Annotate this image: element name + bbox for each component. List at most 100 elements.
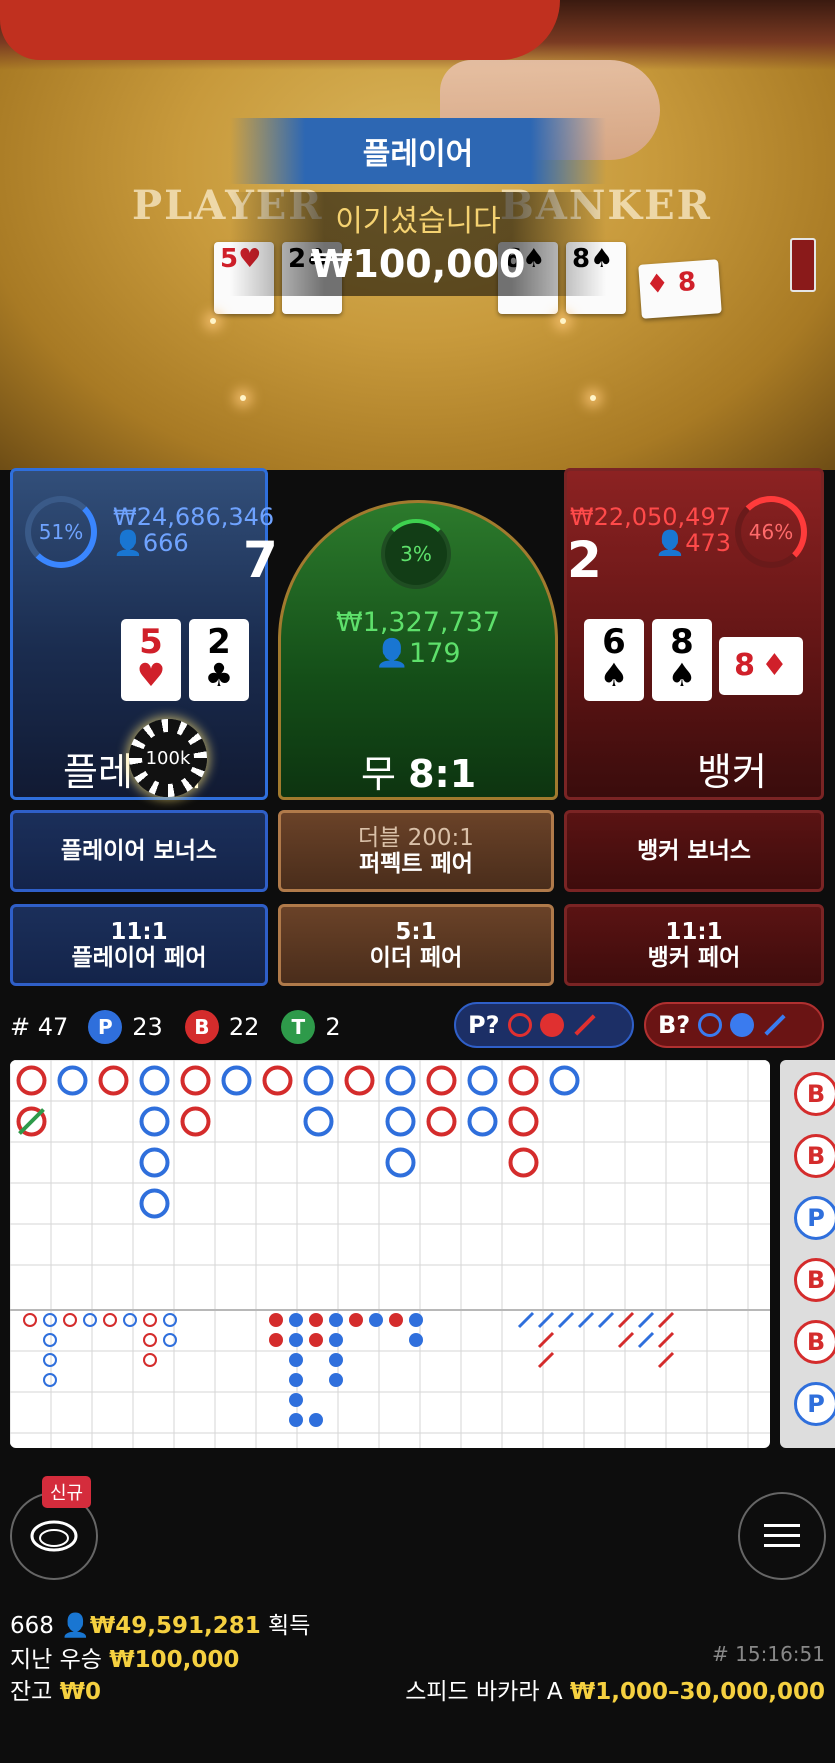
tie-payout: 8:1 (408, 752, 477, 796)
cockroach-mark (617, 1311, 635, 1329)
small-road-mark (329, 1313, 343, 1327)
bigroad-mark (139, 1147, 170, 1178)
player-users-count: 666 (142, 529, 189, 557)
player-bonus-label: 플레이어 보너스 (60, 837, 218, 864)
big-eye-mark (43, 1353, 57, 1367)
cockroach-mark (537, 1311, 555, 1329)
table-name: 스피드 바카라 A (405, 1679, 563, 1705)
sparkle (210, 318, 216, 324)
big-eye-mark (43, 1373, 57, 1387)
tie-amount: ₩1,327,737 (335, 607, 501, 638)
either-pair-label: 이더 페어 (369, 945, 463, 971)
banker-pair-button[interactable]: 11:1 뱅커 페어 (564, 904, 824, 986)
small-road-mark (269, 1333, 283, 1347)
bigroad-mark (57, 1065, 88, 1096)
player-predict-button[interactable]: P? (454, 1002, 634, 1048)
card-suit: ♥ (136, 656, 166, 694)
banker-predict-button[interactable]: B? (644, 1002, 824, 1048)
bigroad-mark (549, 1065, 580, 1096)
player-pair-payout: 11:1 (110, 918, 168, 945)
bigroad-mark (180, 1065, 211, 1096)
bigroad-mark (426, 1106, 457, 1137)
player-percent-ring: 51% (25, 496, 97, 568)
bigroad-mark (98, 1065, 129, 1096)
big-eye-mark (103, 1313, 117, 1327)
player-bonus-button[interactable]: 플레이어 보너스 (10, 810, 268, 892)
either-pair-button[interactable]: 5:1 이더 페어 (278, 904, 554, 986)
tie-count: 2 (325, 1013, 341, 1041)
dealer-dress (0, 0, 560, 60)
card-rank: 2 (207, 622, 231, 662)
card-shoe-icon (790, 238, 816, 292)
balance-line: 잔고 ₩0 (10, 1672, 101, 1706)
bet-chip[interactable]: 100k (129, 719, 207, 797)
cockroach-mark (557, 1311, 575, 1329)
bead-road-cell: B (794, 1320, 835, 1364)
tie-label-text: 무 (361, 752, 396, 796)
small-road-mark (369, 1313, 383, 1327)
player-pair-button[interactable]: 11:1 플레이어 페어 (10, 904, 268, 986)
cockroach-mark (597, 1311, 615, 1329)
bigroad-mark (139, 1065, 170, 1096)
balance-label: 잔고 (10, 1679, 53, 1705)
card-rank: 6 (602, 622, 626, 662)
hamburger-icon (764, 1524, 800, 1547)
user-icon: 👤 (113, 529, 143, 557)
user-icon: 👤 (61, 1613, 90, 1639)
cockroach-icon (573, 1014, 596, 1036)
big-eye-mark (43, 1313, 57, 1327)
cockroach-mark (537, 1331, 555, 1349)
player-pair-label: 플레이어 페어 (71, 945, 207, 971)
big-eye-icon (507, 1013, 532, 1037)
cockroach-mark (617, 1331, 635, 1349)
small-road-mark (289, 1393, 303, 1407)
last-win-line: 지난 우승 ₩100,000 (10, 1640, 239, 1674)
tie-bet-spot[interactable]: 3% ₩1,327,737 👤179 무 8:1 (278, 500, 558, 800)
banker-amount: ₩22,050,497 (569, 503, 731, 531)
banker-predict-label: B? (658, 1011, 691, 1039)
bigroad-mark (344, 1065, 375, 1096)
bigroad-mark (426, 1065, 457, 1096)
bigroad-mark (508, 1065, 539, 1096)
small-road-mark (409, 1313, 423, 1327)
cockroach-mark (517, 1311, 535, 1329)
banker-count: 22 (228, 1013, 260, 1041)
perfect-pair-button[interactable]: 더블 200:1 퍼펙트 페어 (278, 810, 554, 892)
player-card: 5 ♥ (121, 619, 181, 701)
banker-percent: 46% (748, 520, 794, 544)
chip-value: 100k (142, 732, 194, 784)
tie-label: 무 8:1 (361, 743, 476, 798)
tie-percent: 3% (400, 542, 432, 566)
banker-users: 👤473 (655, 529, 731, 557)
card-suit: ♠ (599, 656, 629, 694)
users-count: 668 (10, 1613, 54, 1639)
banker-bonus-button[interactable]: 뱅커 보너스 (564, 810, 824, 892)
bead-road-strip[interactable]: BBPBBP (780, 1060, 835, 1448)
big-eye-mark (143, 1333, 157, 1347)
bigroad-mark (303, 1106, 334, 1137)
card-suit: ♠ (667, 656, 697, 694)
cockroach-mark (577, 1311, 595, 1329)
scoreboard[interactable] (10, 1060, 770, 1448)
big-eye-mark (143, 1353, 157, 1367)
dealer (0, 0, 835, 70)
banker-card: 6 ♠ (584, 619, 644, 701)
sparkle (590, 395, 596, 401)
small-road-mark (289, 1333, 303, 1347)
banker-card: 8 ♠ (652, 619, 712, 701)
cockroach-mark (637, 1331, 655, 1349)
bead-road-cell: B (794, 1072, 835, 1116)
menu-button[interactable] (738, 1492, 826, 1580)
bigroad-mark (385, 1065, 416, 1096)
win-message: 이기셨습니다 ₩100,000 (230, 192, 606, 296)
player-bet-spot[interactable]: 51% ₩24,686,346 👤666 7 5♥ 2♣ 플레이어 100k (10, 468, 278, 800)
bigroad-mark (303, 1065, 334, 1096)
table-card: ♦ 8 (638, 259, 722, 319)
perfect-pair-payout: 더블 200:1 (358, 824, 474, 851)
bigroad-mark (180, 1106, 211, 1137)
sparkle (560, 318, 566, 324)
banker-bet-spot[interactable]: 46% ₩22,050,497 👤473 2 6 ♠ 8 ♠ 8 ♦ 뱅커 (564, 468, 824, 800)
win-text: 이기셨습니다 (335, 204, 501, 239)
small-road-mark (329, 1373, 343, 1387)
big-eye-icon (698, 1013, 723, 1037)
